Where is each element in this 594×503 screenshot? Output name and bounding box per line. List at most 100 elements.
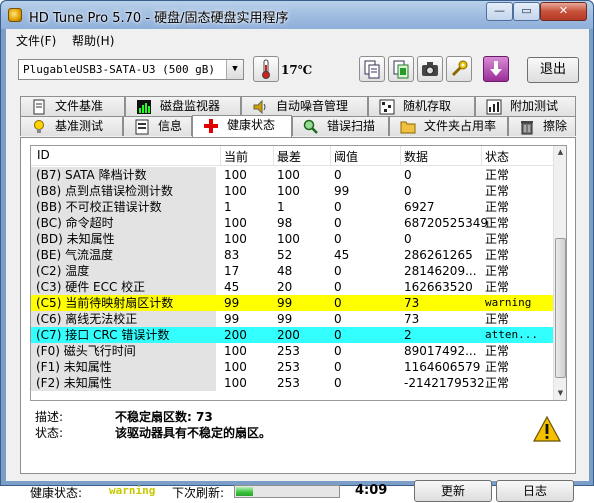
current-cell: 99 <box>224 312 240 326</box>
tab-erase[interactable]: 擦除 <box>508 116 576 136</box>
tab-label: 磁盘监视器 <box>160 99 221 113</box>
table-row[interactable]: (B8) 点到点错误检测计数 100 100 99 0 正常 <box>31 183 554 199</box>
attribute-id-cell: (BB) 不可校正错误计数 <box>31 199 216 215</box>
current-cell: 83 <box>224 248 240 262</box>
temperature-button[interactable] <box>253 56 279 82</box>
table-row[interactable]: (F1) 未知属性 100 253 0 1164606579 正常 <box>31 359 554 375</box>
status-cell: 正常 <box>485 184 510 198</box>
tab-health[interactable]: 健康状态 <box>192 115 292 137</box>
exit-button[interactable]: 退出 <box>527 57 579 83</box>
warning-triangle-icon <box>532 415 562 443</box>
title-bar[interactable]: HD Tune Pro 5.70 - 硬盘/固态硬盘实用程序 — ▭ ✕ <box>1 1 593 29</box>
close-button[interactable]: ✕ <box>540 2 587 21</box>
threshold-cell: 0 <box>334 344 342 358</box>
scroll-thumb[interactable] <box>555 238 566 378</box>
threshold-cell: 0 <box>334 216 342 230</box>
current-cell: 45 <box>224 280 240 294</box>
worst-cell: 200 <box>277 328 300 342</box>
worst-cell: 253 <box>277 344 300 358</box>
status-cell: warning <box>485 296 532 309</box>
threshold-cell: 0 <box>334 280 342 294</box>
column-header-worst[interactable]: 最差 <box>273 148 301 165</box>
table-row[interactable]: (C6) 离线无法校正 99 99 0 73 正常 <box>31 311 554 327</box>
current-cell: 100 <box>224 168 247 182</box>
smart-table-body: (B7) SATA 降档计数 100 100 0 0 正常 (B8) 点到点错误检测计数 10… <box>31 167 554 391</box>
menu-bar: 文件(F) 帮助(H) <box>6 29 589 49</box>
tab-file-benchmark[interactable]: 文件基准 <box>20 96 125 116</box>
smart-table-header: ID 当前 最差 阈值 数据 状态 <box>31 146 554 166</box>
minimize-button[interactable]: — <box>486 2 513 21</box>
table-row[interactable]: (F0) 磁头飞行时间 100 253 0 89017492... 正常 <box>31 343 554 359</box>
scroll-up-icon[interactable]: ▲ <box>554 146 566 159</box>
table-row[interactable]: (BE) 气流温度 83 52 45 286261265 正常 <box>31 247 554 263</box>
current-cell: 200 <box>224 328 247 342</box>
worst-cell: 99 <box>277 312 293 326</box>
trash-icon <box>519 119 535 135</box>
current-cell: 100 <box>224 360 247 374</box>
current-cell: 17 <box>224 264 240 278</box>
vertical-scrollbar[interactable]: ▲ ▼ <box>553 146 566 400</box>
column-header-current[interactable]: 当前 <box>220 148 248 165</box>
scroll-down-icon[interactable]: ▼ <box>554 387 566 400</box>
tab-label: 附加测试 <box>510 99 559 113</box>
worst-cell: 99 <box>277 296 293 310</box>
attribute-id-cell: (C2) 温度 <box>31 263 216 279</box>
update-button[interactable]: 更新 <box>414 480 492 502</box>
copy-text-button[interactable] <box>359 56 385 82</box>
tab-random-access[interactable]: 随机存取 <box>368 96 475 116</box>
table-row[interactable]: (C2) 温度 17 48 0 28146209... 正常 <box>31 263 554 279</box>
tab-label: 自动噪音管理 <box>276 99 349 113</box>
table-row[interactable]: (C3) 硬件 ECC 校正 45 20 0 162663520 正常 <box>31 279 554 295</box>
column-header-data[interactable]: 数据 <box>400 148 428 165</box>
log-button[interactable]: 日志 <box>496 480 574 502</box>
tab-folder-usage[interactable]: 文件夹占用率 <box>389 116 508 136</box>
tab-info[interactable]: 信息 <box>123 116 192 136</box>
attribute-details: 描述: 不稳定扇区数: 73 状态: 该驱动器具有不稳定的扇区。 <box>31 406 571 446</box>
save-button[interactable] <box>483 56 509 82</box>
table-row[interactable]: (BC) 命令超时 100 98 0 68720525349 正常 <box>31 215 554 231</box>
status-cell: 正常 <box>485 248 510 262</box>
tab-benchmark[interactable]: 基准测试 <box>20 116 123 136</box>
status-cell: 正常 <box>485 200 510 214</box>
description-label: 描述: <box>35 410 64 424</box>
attribute-id-cell: (C3) 硬件 ECC 校正 <box>31 279 216 295</box>
tab-disk-monitor[interactable]: 磁盘监视器 <box>125 96 241 116</box>
chevron-down-icon[interactable]: ▼ <box>226 60 243 79</box>
table-row[interactable]: (BD) 未知属性 100 100 0 0 正常 <box>31 231 554 247</box>
status-cell: 正常 <box>485 312 510 326</box>
column-header-status[interactable]: 状态 <box>481 148 509 165</box>
drive-select[interactable]: PlugableUSB3-SATA-U3 (500 gB) ▼ <box>18 59 244 80</box>
status-cell: 正常 <box>485 360 510 374</box>
window-title: HD Tune Pro 5.70 - 硬盘/固态硬盘实用程序 <box>29 11 289 26</box>
copy-icon <box>364 60 380 79</box>
table-row[interactable]: (BB) 不可校正错误计数 1 1 0 6927 正常 <box>31 199 554 215</box>
data-cell: 89017492... <box>404 344 477 358</box>
camera-icon <box>422 62 438 76</box>
tab-error-scan[interactable]: 错误扫描 <box>292 116 389 136</box>
table-row[interactable]: (B7) SATA 降档计数 100 100 0 0 正常 <box>31 167 554 183</box>
menu-file[interactable]: 文件(F) <box>16 32 56 49</box>
menu-help[interactable]: 帮助(H) <box>72 32 114 49</box>
tab-noise-management[interactable]: 自动噪音管理 <box>241 96 368 116</box>
column-header-id[interactable]: ID <box>33 148 50 162</box>
data-cell: -2142179532 <box>404 376 485 390</box>
column-header-threshold[interactable]: 阈值 <box>330 148 358 165</box>
screenshot-button[interactable] <box>417 56 443 82</box>
table-row[interactable]: (F2) 未知属性 100 253 0 -2142179532 正常 <box>31 375 554 391</box>
status-cell: 正常 <box>485 232 510 246</box>
status-cell: 正常 <box>485 280 510 294</box>
current-cell: 100 <box>224 376 247 390</box>
folder-icon <box>400 119 416 135</box>
copy-info-button[interactable] <box>388 56 414 82</box>
table-row[interactable]: (C5) 当前待映射扇区计数 99 99 0 73 warning <box>31 295 554 311</box>
status-cell: 正常 <box>485 216 510 230</box>
tab-extra-tests[interactable]: 附加测试 <box>475 96 576 116</box>
health-cross-icon <box>203 118 219 134</box>
table-row[interactable]: (C7) 接口 CRC 错误计数 200 200 0 2 atten... <box>31 327 554 343</box>
current-cell: 100 <box>224 184 247 198</box>
threshold-cell: 45 <box>334 248 350 262</box>
maximize-button[interactable]: ▭ <box>513 2 540 21</box>
options-button[interactable] <box>446 56 472 82</box>
worst-cell: 48 <box>277 264 293 278</box>
smart-table[interactable]: ID 当前 最差 阈值 数据 状态 (B7) SATA 降档计数 100 100 0 0… <box>30 145 567 401</box>
